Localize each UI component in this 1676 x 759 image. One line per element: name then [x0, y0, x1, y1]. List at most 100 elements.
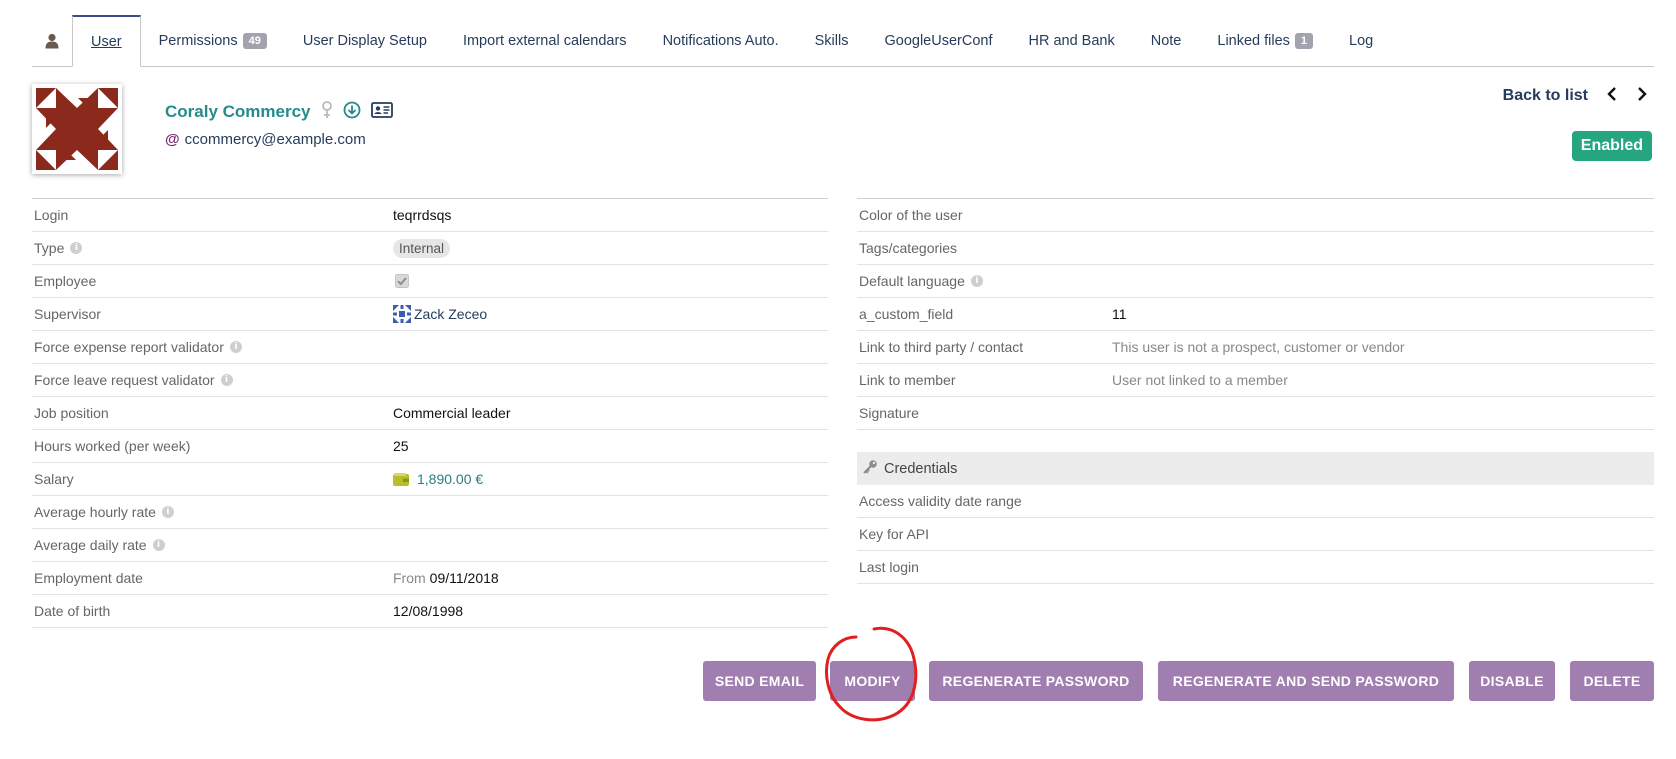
field-label: Signature: [859, 405, 919, 421]
modify-button[interactable]: MODIFY: [830, 661, 915, 701]
tab-hr-and-bank-label: HR and Bank: [1028, 32, 1115, 49]
chevron-left-icon[interactable]: [1606, 86, 1618, 105]
tab-googleuserconf-label: GoogleUserConf: [884, 32, 993, 49]
tab-linked-files[interactable]: Linked files 1: [1199, 15, 1331, 66]
field-row-api-key: Key for API: [857, 518, 1654, 551]
email-at-icon: @: [165, 131, 180, 148]
regenerate-password-button[interactable]: REGENERATE PASSWORD: [929, 661, 1143, 701]
field-label-hourly-wrap: Average hourly rate i: [32, 504, 174, 520]
field-row-signature: Signature: [857, 397, 1654, 430]
tab-skills[interactable]: Skills: [797, 15, 867, 66]
record-navigation: Back to list: [1503, 86, 1648, 105]
tab-note-label: Note: [1150, 32, 1182, 49]
field-label: Default language: [859, 273, 965, 289]
tab-user[interactable]: User: [72, 15, 141, 67]
field-row-language: Default language i: [857, 265, 1654, 298]
key-icon: [863, 459, 878, 478]
field-row-daily-rate: Average daily rate i: [32, 529, 828, 562]
user-name: Coraly Commercy: [165, 101, 311, 121]
chevron-right-icon[interactable]: [1636, 86, 1648, 105]
field-label: Employment date: [34, 570, 143, 586]
field-label: Type: [34, 240, 65, 256]
supervisor-link[interactable]: Zack Zeceo: [414, 306, 487, 322]
credentials-table: Credentials Access validity date range K…: [857, 452, 1654, 584]
tab-note[interactable]: Note: [1133, 15, 1200, 66]
field-label: Access validity date range: [859, 493, 1022, 509]
tab-hr-and-bank[interactable]: HR and Bank: [1010, 15, 1132, 66]
tab-notifications[interactable]: Notifications Auto.: [645, 15, 797, 66]
field-row-validity-range: Access validity date range: [857, 485, 1654, 518]
salary-value: 1,890.00 €: [393, 471, 483, 487]
vcard-icon[interactable]: [370, 102, 393, 121]
field-label: a_custom_field: [859, 306, 954, 322]
field-label-leave-wrap: Force leave request validator i: [32, 372, 233, 388]
email-link[interactable]: ccommercy@example.com: [185, 131, 366, 148]
field-row-third-party: Link to third party / contact This user …: [857, 331, 1654, 364]
field-label: Color of the user: [859, 207, 963, 223]
field-row-employee: Employee: [32, 265, 828, 298]
female-icon: [321, 101, 333, 122]
info-icon[interactable]: i: [161, 506, 174, 518]
field-label: Employee: [34, 273, 97, 289]
field-value-date-of-birth: 12/08/1998: [393, 603, 464, 619]
tab-log[interactable]: Log: [1331, 15, 1391, 66]
delete-button[interactable]: DELETE: [1570, 661, 1654, 701]
user-icon[interactable]: [32, 15, 72, 66]
tab-permissions-label: Permissions: [158, 32, 238, 49]
info-icon[interactable]: i: [70, 242, 83, 254]
info-icon[interactable]: i: [220, 374, 233, 386]
field-row-hourly-rate: Average hourly rate i: [32, 496, 828, 529]
tab-bar: User Permissions 49 User Display Setup Im…: [32, 15, 1654, 67]
field-value-type-wrap: Internal: [393, 238, 451, 258]
field-row-color: Color of the user: [857, 199, 1654, 232]
field-label: Login: [34, 207, 69, 223]
tab-import-calendars-label: Import external calendars: [462, 32, 627, 49]
field-label: Average hourly rate: [34, 504, 156, 520]
field-row-member: Link to member User not linked to a memb…: [857, 364, 1654, 397]
supervisor-value: Zack Zeceo: [393, 305, 487, 323]
credentials-header: Credentials: [857, 452, 1654, 485]
info-icon[interactable]: i: [229, 341, 242, 353]
field-label: Job position: [34, 405, 109, 421]
tab-import-external-calendars[interactable]: Import external calendars: [445, 15, 645, 66]
employment-date-value: From 09/11/2018: [393, 570, 499, 586]
field-row-employment-date: Employment date From 09/11/2018: [32, 562, 828, 595]
user-name-row: Coraly Commercy: [165, 101, 393, 122]
info-icon[interactable]: i: [970, 275, 983, 287]
field-value-custom: 11: [1112, 306, 1127, 322]
field-label-daily-wrap: Average daily rate i: [32, 537, 165, 553]
tab-permissions[interactable]: Permissions 49: [141, 15, 285, 66]
tab-googleuserconf[interactable]: GoogleUserConf: [866, 15, 1010, 66]
field-row-last-login: Last login: [857, 551, 1654, 584]
field-row-leave-validator: Force leave request validator i: [32, 364, 828, 397]
permissions-count-badge: 49: [242, 32, 267, 49]
supervisor-avatar-icon: [393, 305, 411, 323]
employment-date-prefix: From: [393, 570, 426, 586]
field-label-language-wrap: Default language i: [857, 273, 983, 289]
field-label: Force leave request validator: [34, 372, 215, 388]
field-label: Last login: [859, 559, 919, 575]
avatar[interactable]: [32, 84, 122, 174]
tab-skills-label: Skills: [814, 32, 849, 49]
field-value-type: Internal: [393, 238, 451, 258]
tab-linked-files-label: Linked files: [1217, 32, 1290, 49]
info-icon[interactable]: i: [152, 539, 165, 551]
tab-user-display-setup-label: User Display Setup: [302, 32, 427, 49]
field-row-expense-validator: Force expense report validator i: [32, 331, 828, 364]
field-row-type: Type i Internal: [32, 232, 828, 265]
field-label: Average daily rate: [34, 537, 147, 553]
field-row-tags: Tags/categories: [857, 232, 1654, 265]
disable-button[interactable]: DISABLE: [1469, 661, 1555, 701]
regenerate-and-send-password-button[interactable]: REGENERATE AND SEND PASSWORD: [1158, 661, 1454, 701]
field-label: Key for API: [859, 526, 930, 542]
field-row-hours: Hours worked (per week) 25: [32, 430, 828, 463]
field-label: Link to member: [859, 372, 956, 388]
field-value-member: User not linked to a member: [1112, 372, 1288, 388]
send-email-button[interactable]: SEND EMAIL: [703, 661, 816, 701]
field-value-job-position: Commercial leader: [393, 405, 511, 421]
field-row-supervisor: Supervisor Zack Zeceo: [32, 298, 828, 331]
field-label: Salary: [34, 471, 74, 487]
tab-user-display-setup[interactable]: User Display Setup: [285, 15, 445, 66]
download-icon[interactable]: [343, 101, 361, 122]
back-to-list-link[interactable]: Back to list: [1503, 87, 1588, 105]
